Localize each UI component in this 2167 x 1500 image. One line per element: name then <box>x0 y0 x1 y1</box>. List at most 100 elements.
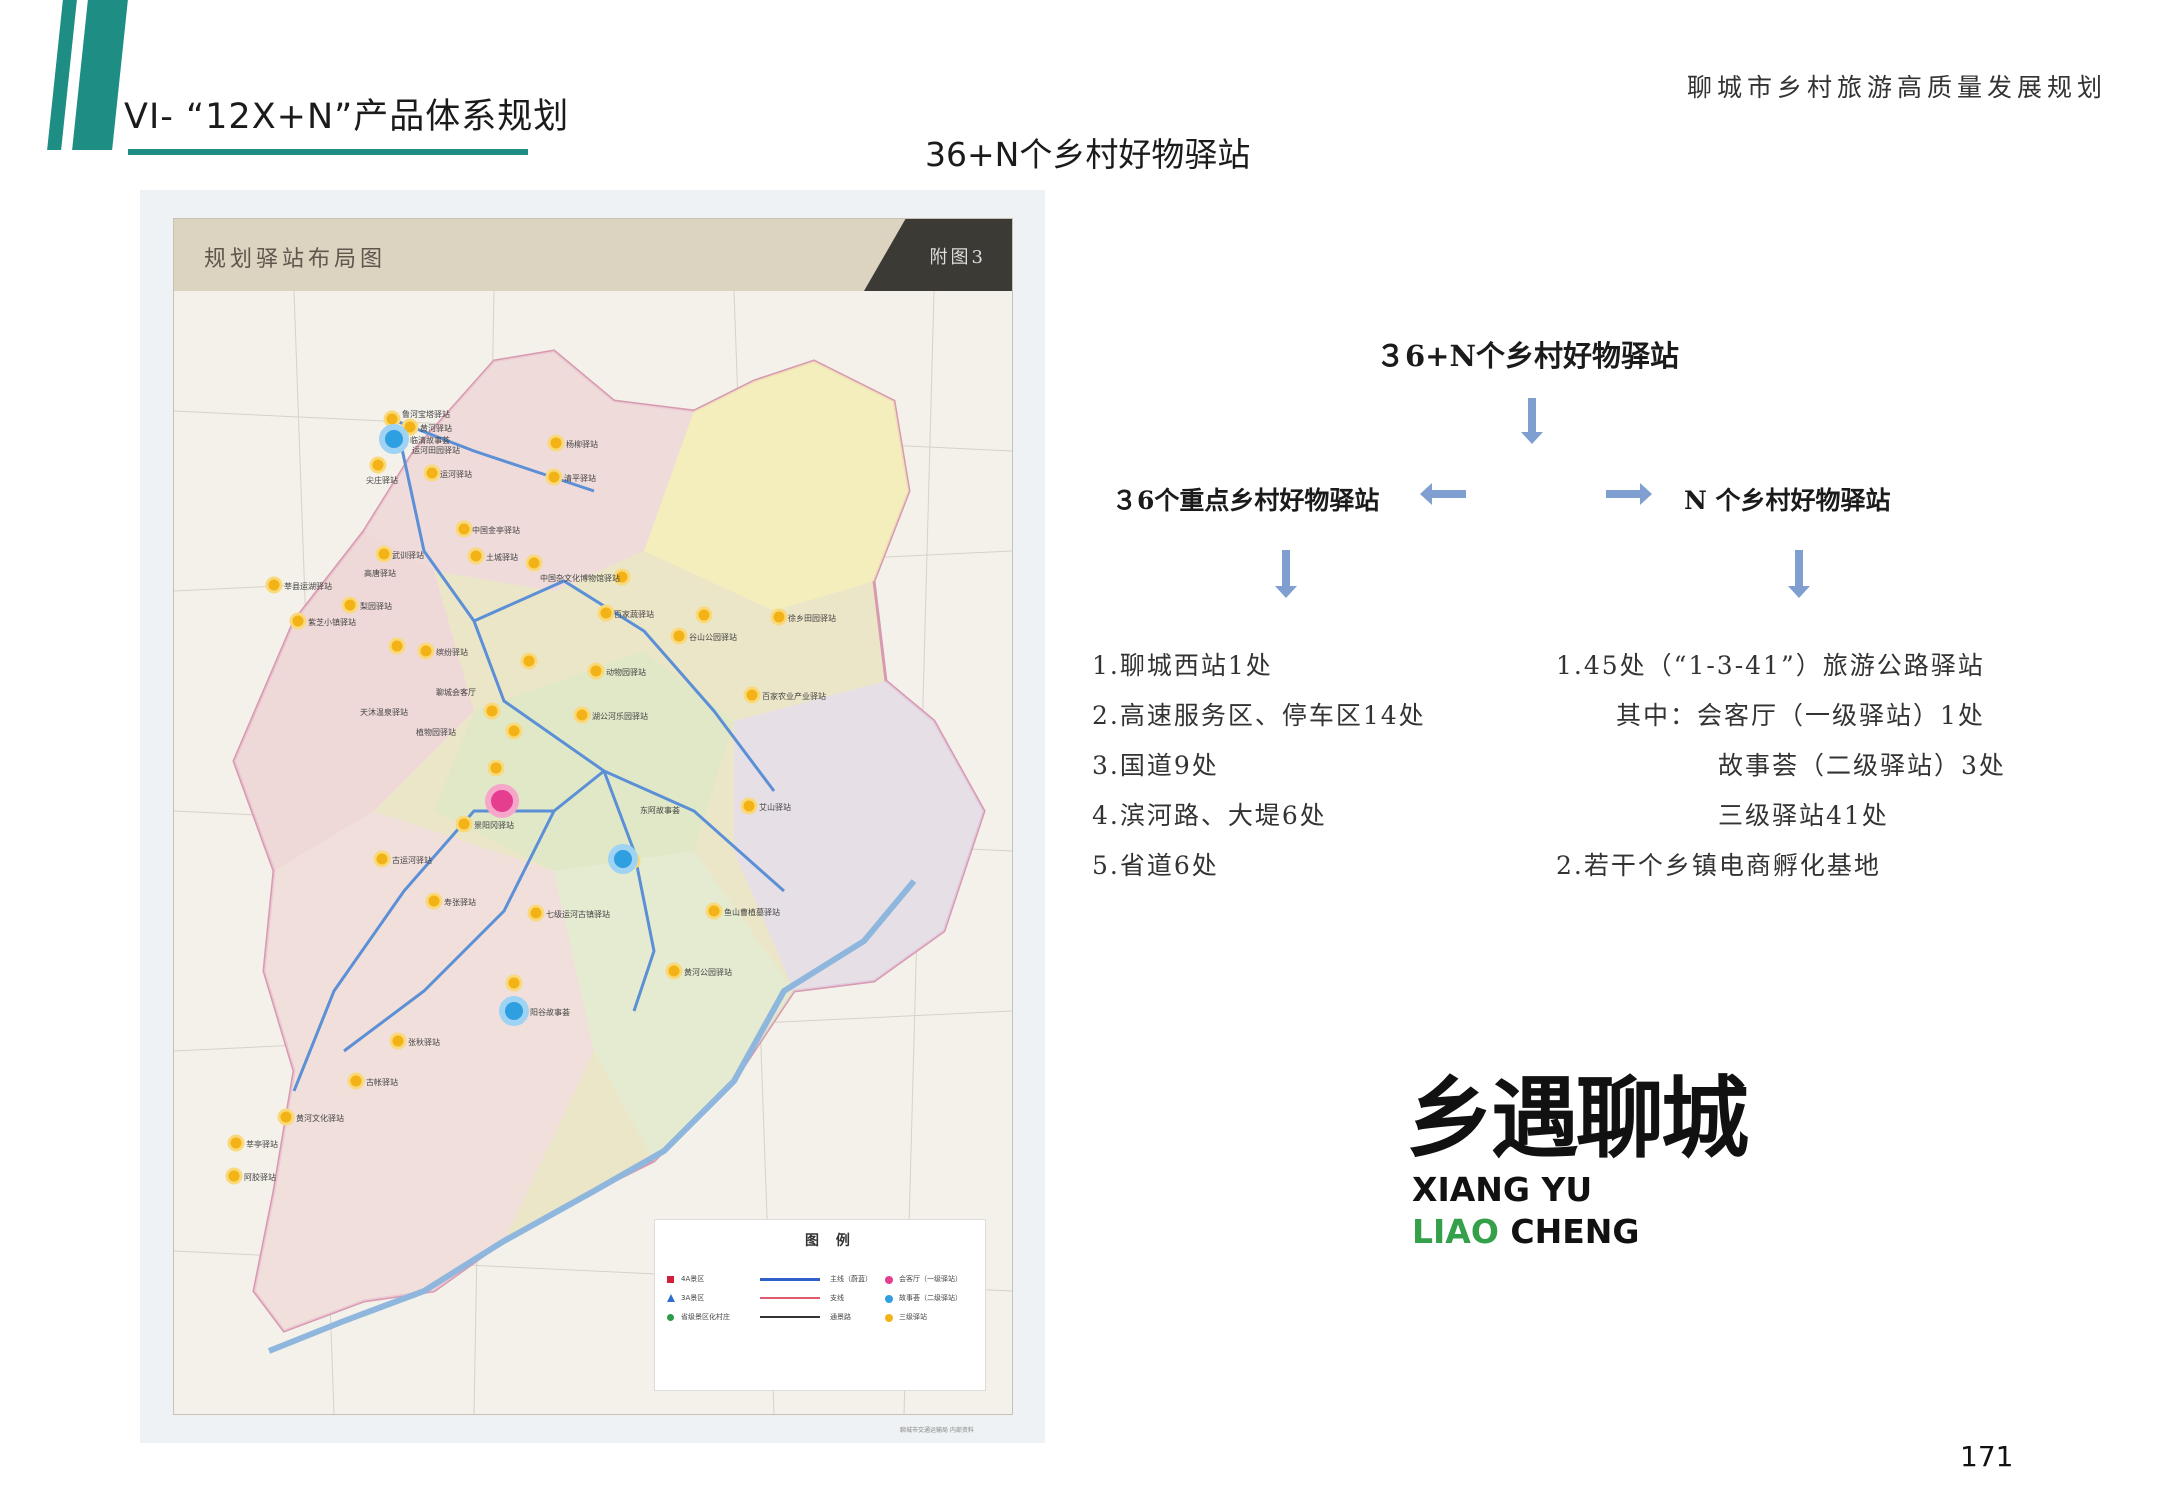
svg-text:莘亭驿站: 莘亭驿站 <box>246 1139 278 1149</box>
logo-english-line1: XIANG YU <box>1412 1170 1593 1209</box>
brand-logo: 乡遇聊城 XIANG YU LIAO CHENG <box>1400 1040 1850 1270</box>
left-list-item: 4.滨河路、大堤6处 <box>1092 801 1327 830</box>
svg-text:黄河公园驿站: 黄河公园驿站 <box>684 967 732 977</box>
map-legend: 图 例 4A景区 3A景区 省级景区化村庄 主线（蔚蓝） 支线 通景路 会客厅（… <box>654 1219 986 1391</box>
svg-text:中国金亭驿站: 中国金亭驿站 <box>472 525 520 535</box>
logo-english-cheng: CHENG <box>1510 1212 1640 1251</box>
accent-bar-thin <box>47 0 77 150</box>
svg-text:中国杂文化博物馆驿站: 中国杂文化博物馆驿站 <box>540 573 620 583</box>
svg-text:武训驿站: 武训驿站 <box>392 550 424 560</box>
right-arrow-icon <box>1606 483 1652 505</box>
right-list-item: 其中：会客厅（一级驿站）1处 <box>1616 701 1985 730</box>
svg-text:百家农业产业驿站: 百家农业产业驿站 <box>762 691 826 701</box>
legend-story-label: 故事荟（二级驿站） <box>899 1294 962 1302</box>
legend-story-dot <box>885 1295 893 1303</box>
legend-3a-marker <box>667 1294 675 1302</box>
legend-tier3-label: 三级驿站 <box>899 1313 927 1321</box>
svg-text:黄河文化驿站: 黄河文化驿站 <box>296 1113 344 1123</box>
svg-text:湖公河乐园驿站: 湖公河乐园驿站 <box>592 711 648 721</box>
svg-text:土城驿站: 土城驿站 <box>486 552 518 562</box>
legend-access-line <box>760 1316 820 1318</box>
left-list-item: 2.高速服务区、停车区14处 <box>1092 701 1426 730</box>
svg-text:寿张驿站: 寿张驿站 <box>444 897 476 907</box>
left-list-item: 1.聊城西站1处 <box>1092 651 1273 680</box>
legend-title: 图 例 <box>805 1233 856 1249</box>
logo-english-line2: LIAO CHENG <box>1412 1212 1640 1251</box>
svg-text:植物园驿站: 植物园驿站 <box>416 727 456 737</box>
logo-chinese: 乡遇聊城 <box>1406 1067 1749 1170</box>
map-appendix-label: 附图3 <box>929 247 986 268</box>
down-arrow-icon <box>1521 398 1543 444</box>
map-title: 规划驿站布局图 <box>204 247 387 272</box>
right-list-item: 1.45处（“1-3-41”）旅游公路驿站 <box>1556 651 1985 680</box>
map-header: 规划驿站布局图 附图3 <box>174 219 1012 291</box>
hub-station-pink <box>485 784 519 818</box>
right-list-item: 三级驿站41处 <box>1718 801 1889 830</box>
svg-text:谷山公园驿站: 谷山公园驿站 <box>689 632 737 642</box>
page-heading: 36+N个乡村好物驿站 <box>925 135 1251 174</box>
svg-text:高唐驿站: 高唐驿站 <box>364 568 396 578</box>
svg-text:古运河驿站: 古运河驿站 <box>392 855 432 865</box>
svg-text:尖庄驿站: 尖庄驿站 <box>366 475 398 485</box>
legend-branch-line-label: 支线 <box>830 1294 844 1302</box>
title-underline <box>128 149 528 155</box>
svg-text:运河田园驿站: 运河田园驿站 <box>412 445 460 455</box>
legend-village: 省级景区化村庄 <box>681 1313 730 1321</box>
svg-text:阳谷故事荟: 阳谷故事荟 <box>530 1007 570 1017</box>
legend-branch-line <box>760 1297 820 1299</box>
svg-text:景阳冈驿站: 景阳冈驿站 <box>474 820 514 830</box>
story-station-blue-3 <box>499 996 529 1026</box>
map-figure: 规划驿站布局图 附图3 鲁河宝塔驿站 黄河驿站 临清故事荟 运河田园驿站 尖庄驿… <box>140 190 1045 1443</box>
svg-text:运河驿站: 运河驿站 <box>440 469 472 479</box>
accent-bar-thick <box>72 0 128 150</box>
svg-text:徐乡田园驿站: 徐乡田园驿站 <box>788 613 836 623</box>
svg-text:天沐温泉驿站: 天沐温泉驿站 <box>360 707 408 717</box>
svg-text:临清故事荟: 临清故事荟 <box>410 435 450 445</box>
svg-text:聊城会客厅: 聊城会客厅 <box>436 687 476 697</box>
svg-text:紫芝小镇驿站: 紫芝小镇驿站 <box>308 617 356 627</box>
legend-4a-marker <box>667 1276 674 1283</box>
legend-4a: 4A景区 <box>681 1275 705 1283</box>
page-number: 171 <box>1960 1440 2014 1473</box>
legend-tier3-dot <box>885 1314 893 1322</box>
legend-main-line-label: 主线（蔚蓝） <box>830 1275 872 1283</box>
section-title: VI- “12X+N”产品体系规划 <box>124 97 570 137</box>
legend-main-line <box>760 1278 820 1281</box>
svg-text:艾山驿站: 艾山驿站 <box>759 802 791 812</box>
svg-text:杨柳驿站: 杨柳驿站 <box>566 439 598 449</box>
svg-text:鱼山曹植墓驿站: 鱼山曹植墓驿站 <box>724 907 780 917</box>
map-footer: 聊城市交通运输局 内部资料 <box>900 1427 974 1434</box>
svg-text:鲁河宝塔驿站: 鲁河宝塔驿站 <box>402 409 450 419</box>
svg-text:阿胶驿站: 阿胶驿站 <box>244 1172 276 1182</box>
legend-access-line-label: 通景路 <box>830 1313 851 1321</box>
document-title: 聊城市乡村旅游高质量发展规划 <box>1686 73 2107 102</box>
svg-text:清平驿站: 清平驿站 <box>564 473 596 483</box>
svg-text:百家蔬驿站: 百家蔬驿站 <box>614 609 654 619</box>
map-appendix-tab: 附图3 <box>864 219 1012 291</box>
down-arrow-icon <box>1275 550 1297 598</box>
left-list-item: 5.省道6处 <box>1092 851 1219 880</box>
svg-text:动物园驿站: 动物园驿站 <box>606 667 646 677</box>
legend-village-marker <box>667 1314 674 1321</box>
down-arrow-icon <box>1788 550 1810 598</box>
tree-right-title: N 个乡村好物驿站 <box>1684 486 1891 515</box>
story-station-blue-1 <box>379 424 409 454</box>
tree-root: ３6+N个乡村好物驿站 <box>1376 339 1679 373</box>
left-arrow-icon <box>1420 483 1466 505</box>
svg-text:七级运河古镇驿站: 七级运河古镇驿站 <box>546 909 610 919</box>
legend-hub-label: 会客厅（一级驿站） <box>899 1275 962 1283</box>
svg-text:莘县运湖驿站: 莘县运湖驿站 <box>284 581 332 591</box>
svg-text:东阿故事荟: 东阿故事荟 <box>640 805 680 815</box>
right-list-item: 故事荟（二级驿站）3处 <box>1718 751 2006 780</box>
left-list-item: 3.国道9处 <box>1092 751 1219 780</box>
svg-text:古帐驿站: 古帐驿站 <box>366 1077 398 1087</box>
svg-text:缤纷驿站: 缤纷驿站 <box>436 647 468 657</box>
logo-english-liao: LIAO <box>1412 1212 1499 1251</box>
story-station-blue-2 <box>608 844 638 874</box>
legend-3a: 3A景区 <box>681 1294 705 1302</box>
right-list-item: 2.若干个乡镇电商孵化基地 <box>1556 851 1881 880</box>
svg-text:张秋驿站: 张秋驿站 <box>408 1037 440 1047</box>
legend-hub-dot <box>885 1276 893 1284</box>
map-sheet: 规划驿站布局图 附图3 鲁河宝塔驿站 黄河驿站 临清故事荟 运河田园驿站 尖庄驿… <box>173 218 1013 1415</box>
svg-text:黄河驿站: 黄河驿站 <box>420 423 452 433</box>
